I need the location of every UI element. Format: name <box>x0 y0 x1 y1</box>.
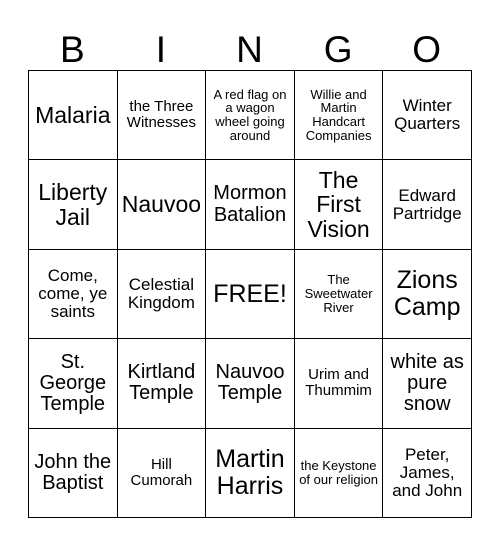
bingo-cell[interactable]: Liberty Jail <box>28 159 118 250</box>
bingo-header-letter-n: N <box>236 29 263 70</box>
bingo-cell[interactable]: Winter Quarters <box>382 69 472 161</box>
bingo-cell-label: Celestial Kingdom <box>127 274 195 312</box>
bingo-cell[interactable]: The Sweetwater River <box>293 248 384 340</box>
bingo-header-letter-o: O <box>412 29 442 70</box>
bingo-cell[interactable]: Malaria <box>28 69 118 161</box>
bingo-cell-label: Mormon Batalion <box>213 182 287 226</box>
bingo-cell-label: Nauvoo <box>121 191 202 218</box>
bingo-cell-label: Martin Harris <box>215 445 285 500</box>
bingo-cell-label: Liberty Jail <box>38 179 108 230</box>
bingo-row: St. George Temple Kirtland Temple Nauvoo… <box>28 338 472 429</box>
bingo-cell-label: Malaria <box>35 102 111 128</box>
bingo-cell-label: Winter Quarters <box>394 96 461 134</box>
bingo-cell[interactable]: Mormon Batalion <box>205 159 295 250</box>
bingo-cell[interactable]: the Three Witnesses <box>116 69 207 161</box>
bingo-cell[interactable]: Zions Camp <box>382 248 472 340</box>
bingo-cell[interactable]: Hill Cumorah <box>116 427 207 518</box>
bingo-row: Liberty Jail Nauvoo Mormon Batalion The … <box>28 159 472 250</box>
bingo-header-letter-b: B <box>59 29 85 70</box>
bingo-cell[interactable]: Willie and Martin Handcart Companies <box>293 69 384 161</box>
bingo-cell[interactable]: St. George Temple <box>28 338 118 429</box>
bingo-cell-label: the Keystone of our religion <box>299 457 378 487</box>
bingo-row: Come, come, ye saints Celestial Kingdom … <box>28 248 472 340</box>
bingo-grid: Malaria the Three Witnesses A red flag o… <box>28 69 472 518</box>
bingo-header-cell-g: G <box>294 20 383 70</box>
bingo-row: John the Baptist Hill Cumorah Martin Har… <box>28 427 472 518</box>
bingo-header-letter-g: G <box>323 29 353 70</box>
bingo-cell-label: Zions Camp <box>393 266 461 321</box>
bingo-cell-free[interactable]: FREE! <box>205 248 295 340</box>
bingo-cell-label: Peter, James, and John <box>392 444 463 500</box>
bingo-cell-label: A red flag on a wagon wheel going around <box>213 86 287 143</box>
bingo-cell-label: The First Vision <box>307 167 370 242</box>
bingo-cell-label: Hill Cumorah <box>130 455 193 489</box>
bingo-cell-label: the Three Witnesses <box>126 98 196 132</box>
bingo-header-cell-i: I <box>117 20 206 70</box>
bingo-cell[interactable]: Nauvoo Temple <box>205 338 295 429</box>
bingo-cell-label: St. George Temple <box>39 350 107 415</box>
bingo-cell-label-free: FREE! <box>213 279 287 308</box>
bingo-cell[interactable]: The First Vision <box>293 159 384 250</box>
bingo-cell[interactable]: the Keystone of our religion <box>293 427 384 518</box>
bingo-cell-label: Edward Partridge <box>392 185 462 223</box>
bingo-cell-label: The Sweetwater River <box>304 272 373 315</box>
bingo-header-cell-o: O <box>382 20 471 70</box>
bingo-cell-label: Urim and Thummim <box>305 366 372 400</box>
bingo-cell-label: Willie and Martin Handcart Companies <box>305 86 372 143</box>
bingo-header-row: B I N G O <box>28 20 472 70</box>
bingo-cell[interactable]: Peter, James, and John <box>382 427 472 518</box>
bingo-card: B I N G O Malaria the Three Witnesses A … <box>28 20 472 518</box>
bingo-cell[interactable]: Edward Partridge <box>382 159 472 250</box>
bingo-cell[interactable]: Nauvoo <box>116 159 207 250</box>
bingo-cell[interactable]: Kirtland Temple <box>116 338 207 429</box>
bingo-cell-label: Nauvoo Temple <box>215 361 285 405</box>
bingo-cell-label: white as pure snow <box>390 350 464 415</box>
bingo-cell[interactable]: Martin Harris <box>205 427 295 518</box>
bingo-cell[interactable]: Celestial Kingdom <box>116 248 207 340</box>
bingo-header-cell-b: B <box>28 20 117 70</box>
bingo-header-letter-i: I <box>155 29 167 70</box>
bingo-cell[interactable]: white as pure snow <box>382 338 472 429</box>
bingo-cell[interactable]: John the Baptist <box>28 427 118 518</box>
bingo-cell[interactable]: A red flag on a wagon wheel going around <box>205 69 295 161</box>
bingo-cell-label: Kirtland Temple <box>127 361 196 405</box>
bingo-cell[interactable]: Urim and Thummim <box>293 338 384 429</box>
bingo-cell[interactable]: Come, come, ye saints <box>28 248 118 340</box>
bingo-header-cell-n: N <box>205 20 294 70</box>
bingo-cell-label: John the Baptist <box>34 450 112 494</box>
bingo-cell-label: Come, come, ye saints <box>38 265 108 321</box>
bingo-row: Malaria the Three Witnesses A red flag o… <box>28 69 472 161</box>
